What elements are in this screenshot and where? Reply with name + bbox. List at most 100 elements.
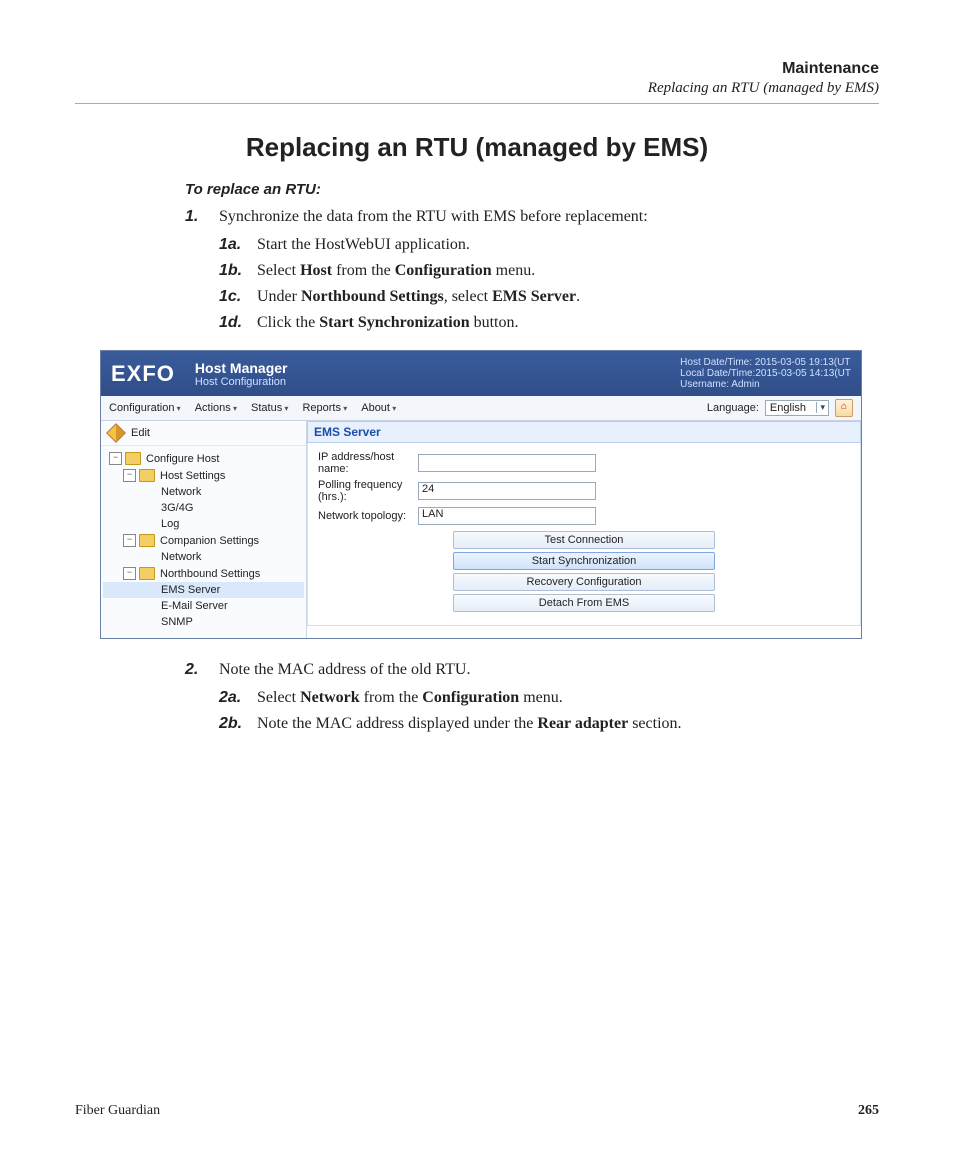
username-label: Username: Admin <box>680 379 851 390</box>
menu-configuration[interactable]: Configuration <box>109 402 181 414</box>
pencil-icon <box>106 423 126 443</box>
t: button. <box>470 314 519 331</box>
tree-label: E-Mail Server <box>161 600 228 612</box>
step-2b: 2b. Note the MAC address displayed under… <box>219 715 879 733</box>
t: Start Synchronization <box>319 314 469 331</box>
app-title: Host Manager <box>195 360 680 376</box>
step-1a-text: Start the HostWebUI application. <box>257 236 879 254</box>
topology-label: Network topology: <box>318 510 418 522</box>
tree-companion-settings[interactable]: −Companion Settings <box>103 532 304 549</box>
step-2-text: Note the MAC address of the old RTU. <box>219 661 879 679</box>
tree-label: Network <box>161 486 201 498</box>
t: EMS Server <box>492 288 576 305</box>
test-connection-button[interactable]: Test Connection <box>453 531 715 549</box>
step-2: 2. Note the MAC address of the old RTU. <box>185 661 879 679</box>
step-1d: 1d. Click the Start Synchronization butt… <box>219 314 879 332</box>
language-select[interactable]: English <box>765 400 829 416</box>
t: from the <box>360 689 423 706</box>
menu-reports[interactable]: Reports <box>302 402 347 414</box>
main-panel: EMS Server IP address/host name: Polling… <box>307 421 861 638</box>
ip-label: IP address/host name: <box>318 451 418 475</box>
running-head-chapter: Maintenance <box>75 60 879 78</box>
tree-northbound-settings[interactable]: −Northbound Settings <box>103 565 304 582</box>
t: Rear adapter <box>537 715 628 732</box>
step-1-num: 1. <box>185 208 219 226</box>
t: . <box>576 288 580 305</box>
tree-companion-network[interactable]: Network <box>103 549 304 565</box>
step-1c: 1c. Under Northbound Settings, select EM… <box>219 288 879 306</box>
tree-label: Configure Host <box>146 453 219 465</box>
step-1b: 1b. Select Host from the Configuration m… <box>219 262 879 280</box>
tree-configure-host[interactable]: −Configure Host <box>103 450 304 467</box>
t: Select <box>257 689 300 706</box>
topology-input[interactable]: LAN <box>418 507 596 525</box>
tree-label: 3G/4G <box>161 502 193 514</box>
step-1-text: Synchronize the data from the RTU with E… <box>219 208 879 226</box>
footer-product: Fiber Guardian <box>75 1103 160 1119</box>
t: Host <box>300 262 332 279</box>
ip-input[interactable] <box>418 454 596 472</box>
step-2b-num: 2b. <box>219 715 257 733</box>
menu-about[interactable]: About <box>361 402 396 414</box>
step-2b-text: Note the MAC address displayed under the… <box>257 715 879 733</box>
running-head-section: Replacing an RTU (managed by EMS) <box>75 80 879 97</box>
step-2a-text: Select Network from the Configuration me… <box>257 689 879 707</box>
tree-log[interactable]: Log <box>103 516 304 532</box>
polling-input[interactable]: 24 <box>418 482 596 500</box>
t: Click the <box>257 314 319 331</box>
tree-label: Network <box>161 551 201 563</box>
detach-from-ems-button[interactable]: Detach From EMS <box>453 594 715 612</box>
tree-ems-server[interactable]: EMS Server <box>103 582 304 598</box>
t: menu. <box>519 689 563 706</box>
embedded-screenshot: EXFO Host Manager Host Configuration Hos… <box>100 350 862 639</box>
tree-3g4g[interactable]: 3G/4G <box>103 500 304 516</box>
t: Configuration <box>422 689 519 706</box>
panel-title: EMS Server <box>307 421 861 443</box>
step-1d-num: 1d. <box>219 314 257 332</box>
recovery-configuration-button[interactable]: Recovery Configuration <box>453 573 715 591</box>
edit-label: Edit <box>131 427 150 439</box>
sidebar: Edit −Configure Host −Host Settings Netw… <box>101 421 307 638</box>
tree-label: Northbound Settings <box>160 568 260 580</box>
footer-page-number: 265 <box>858 1103 879 1119</box>
step-2a-num: 2a. <box>219 689 257 707</box>
step-1b-text: Select Host from the Configuration menu. <box>257 262 879 280</box>
folder-icon <box>139 567 155 580</box>
start-synchronization-button[interactable]: Start Synchronization <box>453 552 715 570</box>
app-subtitle: Host Configuration <box>195 376 680 388</box>
t: Network <box>300 689 360 706</box>
step-1b-num: 1b. <box>219 262 257 280</box>
local-datetime: Local Date/Time:2015-03-05 14:13(UT <box>680 368 851 379</box>
tree-label: Host Settings <box>160 470 225 482</box>
step-1a: 1a. Start the HostWebUI application. <box>219 236 879 254</box>
page-footer: Fiber Guardian 265 <box>75 1103 879 1119</box>
menu-status[interactable]: Status <box>251 402 288 414</box>
tree-label: Companion Settings <box>160 535 259 547</box>
edit-button[interactable]: Edit <box>101 421 306 446</box>
tree-host-settings[interactable]: −Host Settings <box>103 467 304 484</box>
t: section. <box>628 715 681 732</box>
t: , select <box>444 288 492 305</box>
tree-network[interactable]: Network <box>103 484 304 500</box>
step-2a: 2a. Select Network from the Configuratio… <box>219 689 879 707</box>
step-1c-text: Under Northbound Settings, select EMS Se… <box>257 288 879 306</box>
t: from the <box>332 262 395 279</box>
home-icon[interactable]: ⌂ <box>835 399 853 417</box>
lead-text: To replace an RTU: <box>185 181 879 198</box>
t: Configuration <box>395 262 492 279</box>
tree-label: EMS Server <box>161 584 220 596</box>
menu-actions[interactable]: Actions <box>195 402 237 414</box>
t: Northbound Settings <box>301 288 444 305</box>
tree-label: SNMP <box>161 616 193 628</box>
header-rule <box>75 103 879 104</box>
tree-email-server[interactable]: E-Mail Server <box>103 598 304 614</box>
tree-snmp[interactable]: SNMP <box>103 614 304 630</box>
language-label: Language: <box>707 402 759 414</box>
menu-bar: Configuration Actions Status Reports Abo… <box>101 396 861 421</box>
t: Note the MAC address displayed under the <box>257 715 537 732</box>
tree-label: Log <box>161 518 179 530</box>
host-datetime: Host Date/Time: 2015-03-05 19:13(UT <box>680 357 851 368</box>
logo: EXFO <box>111 361 175 387</box>
step-1c-num: 1c. <box>219 288 257 306</box>
step-1: 1. Synchronize the data from the RTU wit… <box>185 208 879 226</box>
